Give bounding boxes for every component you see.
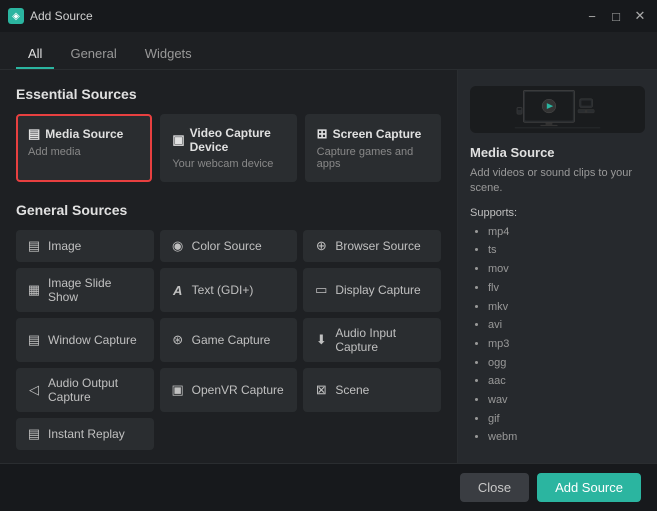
right-panel: Media Source Add videos or sound clips t… — [457, 70, 657, 463]
image-slide-show-label: Image Slide Show — [48, 276, 144, 304]
scene-icon: ⊠ — [313, 382, 329, 398]
image-slide-show-icon: ▦ — [26, 282, 42, 298]
tab-general[interactable]: General — [58, 38, 128, 69]
window-controls: − □ ✕ — [583, 7, 649, 25]
video-capture-sub: Your webcam device — [172, 158, 284, 170]
image-label: Image — [48, 239, 81, 253]
title-bar: ◈ Add Source − □ ✕ — [0, 0, 657, 32]
supports-list: mp4 ts mov flv mkv avi mp3 ogg aac wav g… — [470, 223, 645, 447]
format-ogg: ogg — [488, 354, 645, 373]
media-source-label: Media Source — [45, 127, 123, 141]
audio-output-capture-label: Audio Output Capture — [48, 376, 144, 404]
source-item-instant-replay[interactable]: ▤ Instant Replay — [16, 418, 154, 450]
source-item-audio-input-capture[interactable]: ⬇ Audio Input Capture — [303, 318, 441, 362]
source-item-display-capture[interactable]: ▭ Display Capture — [303, 268, 441, 312]
essential-card-media-source[interactable]: ▤ Media Source Add media — [16, 114, 152, 182]
display-capture-label: Display Capture — [335, 283, 420, 297]
format-mp4: mp4 — [488, 223, 645, 242]
screen-capture-sub: Capture games and apps — [317, 146, 429, 170]
window-capture-icon: ▤ — [26, 332, 42, 348]
format-mp3: mp3 — [488, 335, 645, 354]
source-item-scene[interactable]: ⊠ Scene — [303, 368, 441, 412]
source-item-browser-source[interactable]: ⊕ Browser Source — [303, 230, 441, 262]
audio-input-capture-icon: ⬇ — [313, 332, 329, 348]
source-item-game-capture[interactable]: ⊛ Game Capture — [160, 318, 298, 362]
format-avi: avi — [488, 316, 645, 335]
format-mkv: mkv — [488, 298, 645, 317]
tab-widgets[interactable]: Widgets — [133, 38, 204, 69]
app-icon: ◈ — [8, 8, 24, 24]
audio-input-capture-label: Audio Input Capture — [335, 326, 431, 354]
text-gdi-icon: A — [170, 283, 186, 298]
essential-sources-title: Essential Sources — [16, 86, 441, 102]
screen-capture-label: Screen Capture — [333, 127, 422, 141]
instant-replay-label: Instant Replay — [48, 427, 125, 441]
format-aac: aac — [488, 372, 645, 391]
source-item-image[interactable]: ▤ Image — [16, 230, 154, 262]
minimize-button[interactable]: − — [583, 7, 601, 25]
image-icon: ▤ — [26, 238, 42, 254]
source-item-audio-output-capture[interactable]: ◁ Audio Output Capture — [16, 368, 154, 412]
preview-illustration — [470, 86, 645, 133]
format-wav: wav — [488, 391, 645, 410]
openvr-capture-icon: ▣ — [170, 382, 186, 398]
color-source-icon: ◉ — [170, 238, 186, 254]
format-gif: gif — [488, 410, 645, 429]
openvr-capture-label: OpenVR Capture — [192, 383, 284, 397]
tab-all[interactable]: All — [16, 38, 54, 69]
source-item-color-source[interactable]: ◉ Color Source — [160, 230, 298, 262]
supports-label: Supports: — [470, 207, 645, 219]
color-source-label: Color Source — [192, 239, 262, 253]
maximize-button[interactable]: □ — [607, 7, 625, 25]
format-webm: webm — [488, 428, 645, 447]
close-window-button[interactable]: ✕ — [631, 7, 649, 25]
preview-area — [470, 86, 645, 133]
screen-capture-icon: ⊞ — [317, 126, 328, 142]
source-item-image-slide-show[interactable]: ▦ Image Slide Show — [16, 268, 154, 312]
format-mov: mov — [488, 260, 645, 279]
sidebar-info-desc: Add videos or sound clips to your scene. — [470, 166, 645, 197]
game-capture-label: Game Capture — [192, 333, 271, 347]
source-item-window-capture[interactable]: ▤ Window Capture — [16, 318, 154, 362]
media-source-sub: Add media — [28, 146, 140, 158]
tabs-bar: All General Widgets — [0, 32, 657, 70]
general-sources-title: General Sources — [16, 202, 441, 218]
essential-card-video-capture[interactable]: ▣ Video Capture Device Your webcam devic… — [160, 114, 296, 182]
left-panel: Essential Sources ▤ Media Source Add med… — [0, 70, 457, 463]
close-button[interactable]: Close — [460, 473, 529, 502]
media-source-icon: ▤ — [28, 126, 40, 142]
format-ts: ts — [488, 241, 645, 260]
add-source-button[interactable]: Add Source — [537, 473, 641, 502]
main-layout: Essential Sources ▤ Media Source Add med… — [0, 70, 657, 463]
video-capture-icon: ▣ — [172, 132, 184, 148]
window-capture-label: Window Capture — [48, 333, 137, 347]
game-capture-icon: ⊛ — [170, 332, 186, 348]
general-sources-grid: ▤ Image ◉ Color Source ⊕ Browser Source … — [16, 230, 441, 450]
footer: Close Add Source — [0, 463, 657, 511]
scene-label: Scene — [335, 383, 369, 397]
browser-source-icon: ⊕ — [313, 238, 329, 254]
browser-source-label: Browser Source — [335, 239, 420, 253]
instant-replay-icon: ▤ — [26, 426, 42, 442]
essential-sources-grid: ▤ Media Source Add media ▣ Video Capture… — [16, 114, 441, 182]
text-gdi-label: Text (GDI+) — [192, 283, 254, 297]
video-capture-label: Video Capture Device — [190, 126, 285, 154]
essential-card-screen-capture[interactable]: ⊞ Screen Capture Capture games and apps — [305, 114, 441, 182]
format-flv: flv — [488, 279, 645, 298]
audio-output-capture-icon: ◁ — [26, 382, 42, 398]
sidebar-info-title: Media Source — [470, 145, 645, 160]
source-item-text-gdi[interactable]: A Text (GDI+) — [160, 268, 298, 312]
display-capture-icon: ▭ — [313, 282, 329, 298]
window-title: Add Source — [30, 9, 583, 23]
source-item-openvr-capture[interactable]: ▣ OpenVR Capture — [160, 368, 298, 412]
